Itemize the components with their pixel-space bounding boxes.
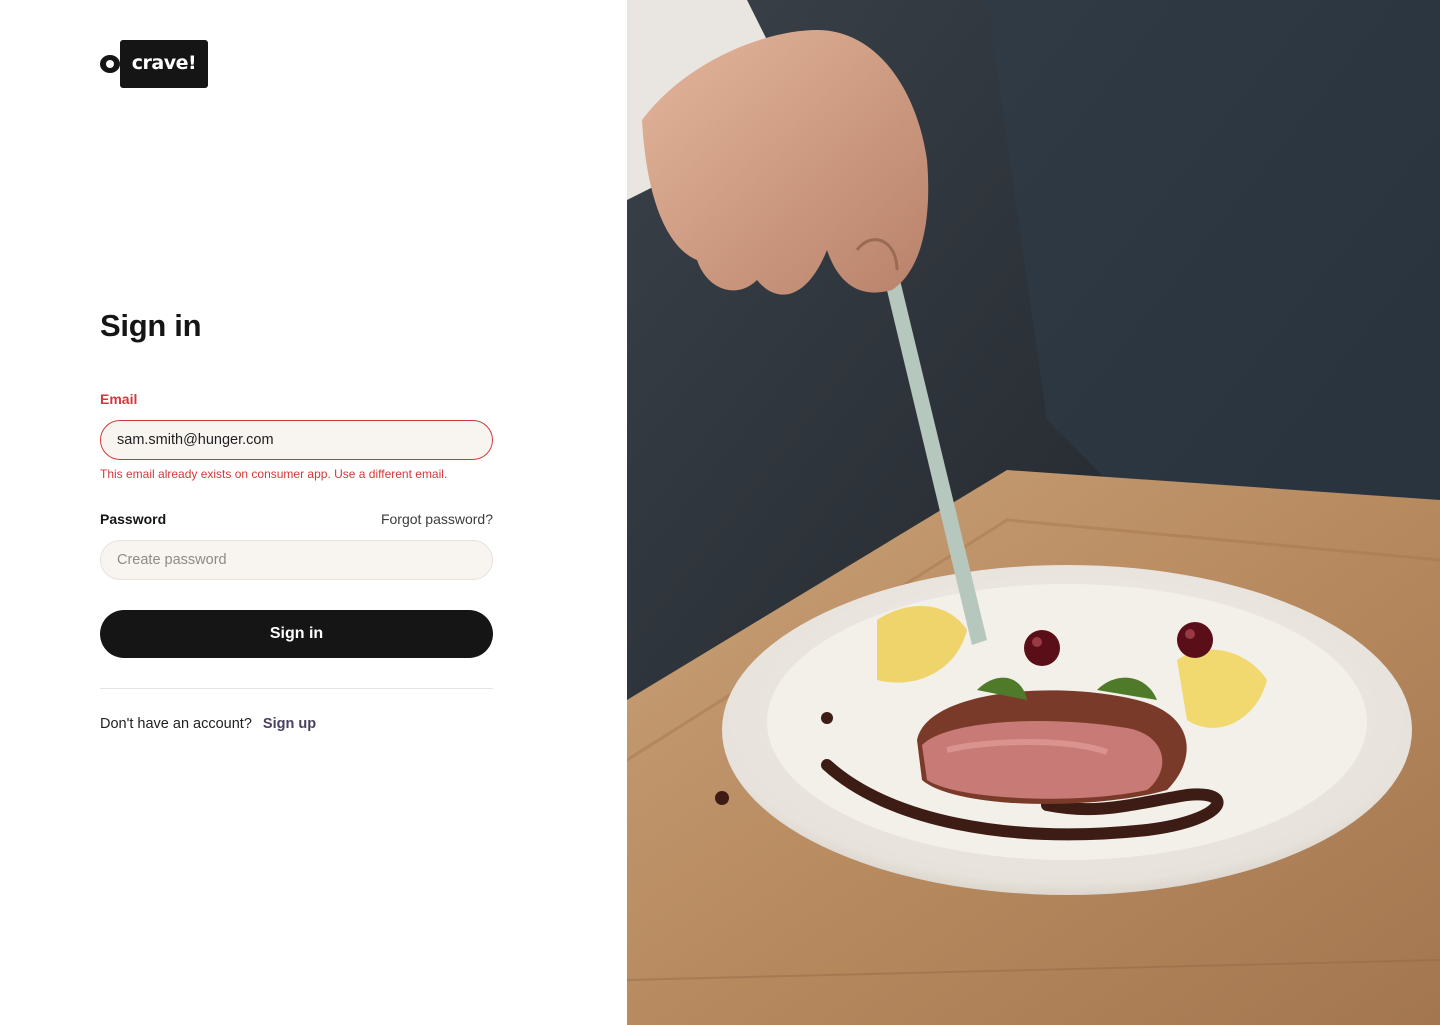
email-input[interactable] (100, 420, 493, 460)
signup-prompt: Don't have an account? (100, 716, 252, 732)
divider (100, 688, 493, 689)
sign-up-link[interactable]: Sign up (263, 716, 316, 732)
email-label: Email (100, 391, 138, 407)
forgot-password-link[interactable]: Forgot password? (330, 511, 493, 527)
sign-in-button[interactable]: Sign in (100, 610, 493, 658)
chef-plating-dish-photo (627, 0, 1440, 1025)
password-label: Password (100, 511, 167, 527)
password-input[interactable] (100, 540, 493, 580)
hero-image (627, 0, 1440, 1025)
sign-in-panel: crave! Sign in Email This email already … (0, 0, 627, 1025)
logo-ring-icon (100, 55, 120, 73)
signup-row: Don't have an account? Sign up (100, 716, 316, 732)
logo-text: crave! (120, 40, 208, 88)
page-title: Sign in (100, 308, 202, 343)
crave-logo[interactable]: crave! (100, 40, 208, 88)
email-error-message: This email already exists on consumer ap… (100, 467, 448, 481)
